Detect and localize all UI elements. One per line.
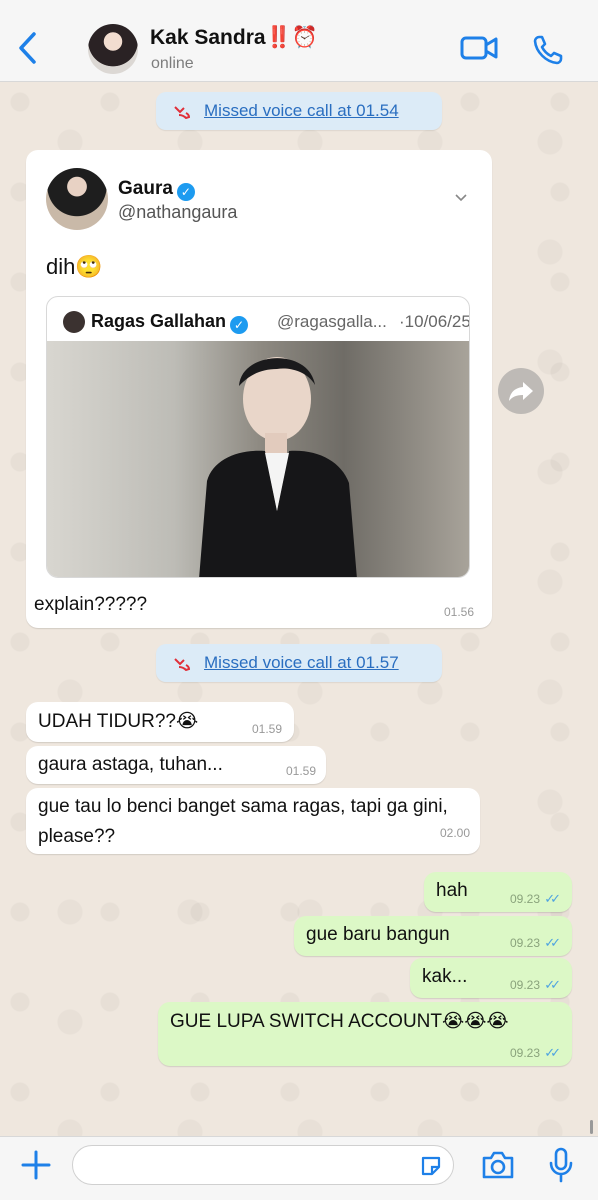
chat-header: Kak Sandra‼️⏰ online xyxy=(0,0,598,82)
input-bar xyxy=(0,1136,598,1200)
contact-status: online xyxy=(151,55,194,72)
message-text: gue tau lo benci banget sama ragas, tapi… xyxy=(38,796,448,847)
message-time: 09.23 xyxy=(509,892,540,906)
tweet-author-name: Gaura ✓ xyxy=(118,178,195,201)
missed-call-notice[interactable]: Missed voice call at 01.57 xyxy=(156,644,442,682)
quoted-tweet[interactable]: Ragas Gallahan ✓ @ragasgalla... ·10/06/25 xyxy=(46,296,470,578)
missed-call-notice[interactable]: Missed voice call at 01.54 xyxy=(156,92,442,130)
verified-badge-icon: ✓ xyxy=(230,316,249,334)
message-text: GUE LUPA SWITCH ACCOUNT😭😭😭 xyxy=(170,1011,509,1032)
incoming-message[interactable]: gue tau lo benci banget sama ragas, tapi… xyxy=(26,788,480,854)
read-receipt-icon: ✓✓ xyxy=(544,891,561,906)
quoted-author-name: Ragas Gallahan ✓ xyxy=(91,311,249,334)
read-receipt-icon: ✓✓ xyxy=(544,977,561,992)
message-time: 09.23 xyxy=(509,1046,540,1060)
tweet-author-handle: @nathangaura xyxy=(118,202,238,222)
tweet-text: dih🙄 xyxy=(46,254,103,279)
missed-call-label: Missed voice call at 01.54 xyxy=(204,101,399,120)
message-text: gue baru bangun xyxy=(306,924,450,945)
outgoing-message[interactable]: kak... 09.23 ✓✓ xyxy=(410,958,572,998)
missed-call-icon xyxy=(174,658,191,671)
quoted-tweet-date: ·10/06/25 xyxy=(399,312,470,331)
tweet-message-bubble[interactable]: Gaura ✓ @nathangaura dih🙄 Ragas Gallahan ✓… xyxy=(26,150,492,628)
plus-icon[interactable] xyxy=(20,1149,52,1181)
message-time: 09.23 xyxy=(509,936,540,950)
verified-badge-icon: ✓ xyxy=(176,183,195,201)
sticker-icon[interactable] xyxy=(419,1154,443,1178)
message-caption: explain????? xyxy=(34,594,148,615)
forward-button[interactable] xyxy=(498,368,544,414)
contact-name[interactable]: Kak Sandra‼️⏰ xyxy=(150,26,318,50)
message-text: hah xyxy=(436,880,468,901)
message-time: 09.23 xyxy=(509,978,540,992)
missed-call-icon xyxy=(174,106,191,119)
message-time: 01.56 xyxy=(444,605,475,619)
scroll-indicator[interactable] xyxy=(590,1120,593,1134)
outgoing-message[interactable]: gue baru bangun 09.23 ✓✓ xyxy=(294,916,572,956)
chevron-left-icon[interactable] xyxy=(14,30,44,66)
person-photo xyxy=(199,357,357,577)
message-text: UDAH TIDUR??😭 xyxy=(38,711,199,732)
outgoing-message[interactable]: GUE LUPA SWITCH ACCOUNT😭😭😭 09.23 ✓✓ xyxy=(158,1002,572,1066)
chat-area[interactable]: Missed voice call at 01.54 Gaura ✓ @natha… xyxy=(0,82,598,1136)
chevron-down-icon[interactable] xyxy=(454,190,468,204)
quoted-author-avatar xyxy=(63,311,85,333)
message-text: kak... xyxy=(422,966,468,987)
camera-icon[interactable] xyxy=(480,1149,516,1181)
incoming-message[interactable]: gaura astaga, tuhan... 01.59 xyxy=(26,746,326,784)
quoted-author-handle: @ragasgalla... xyxy=(277,312,387,331)
forward-icon xyxy=(509,382,533,401)
read-receipt-icon: ✓✓ xyxy=(544,935,561,950)
phone-icon[interactable] xyxy=(532,34,564,66)
message-text: gaura astaga, tuhan... xyxy=(38,754,223,775)
message-time: 01.59 xyxy=(251,722,282,736)
microphone-icon[interactable] xyxy=(548,1147,574,1183)
video-call-icon[interactable] xyxy=(460,34,498,62)
quoted-tweet-photo[interactable] xyxy=(47,341,469,577)
missed-call-label: Missed voice call at 01.57 xyxy=(204,653,399,672)
read-receipt-icon: ✓✓ xyxy=(544,1045,561,1060)
incoming-message[interactable]: UDAH TIDUR??😭 01.59 xyxy=(26,702,294,742)
message-time: 02.00 xyxy=(439,826,470,840)
message-input[interactable] xyxy=(72,1145,454,1185)
message-time: 01.59 xyxy=(285,764,316,778)
contact-avatar[interactable] xyxy=(88,24,138,74)
outgoing-message[interactable]: hah 09.23 ✓✓ xyxy=(424,872,572,912)
tweet-author-avatar xyxy=(46,168,108,230)
